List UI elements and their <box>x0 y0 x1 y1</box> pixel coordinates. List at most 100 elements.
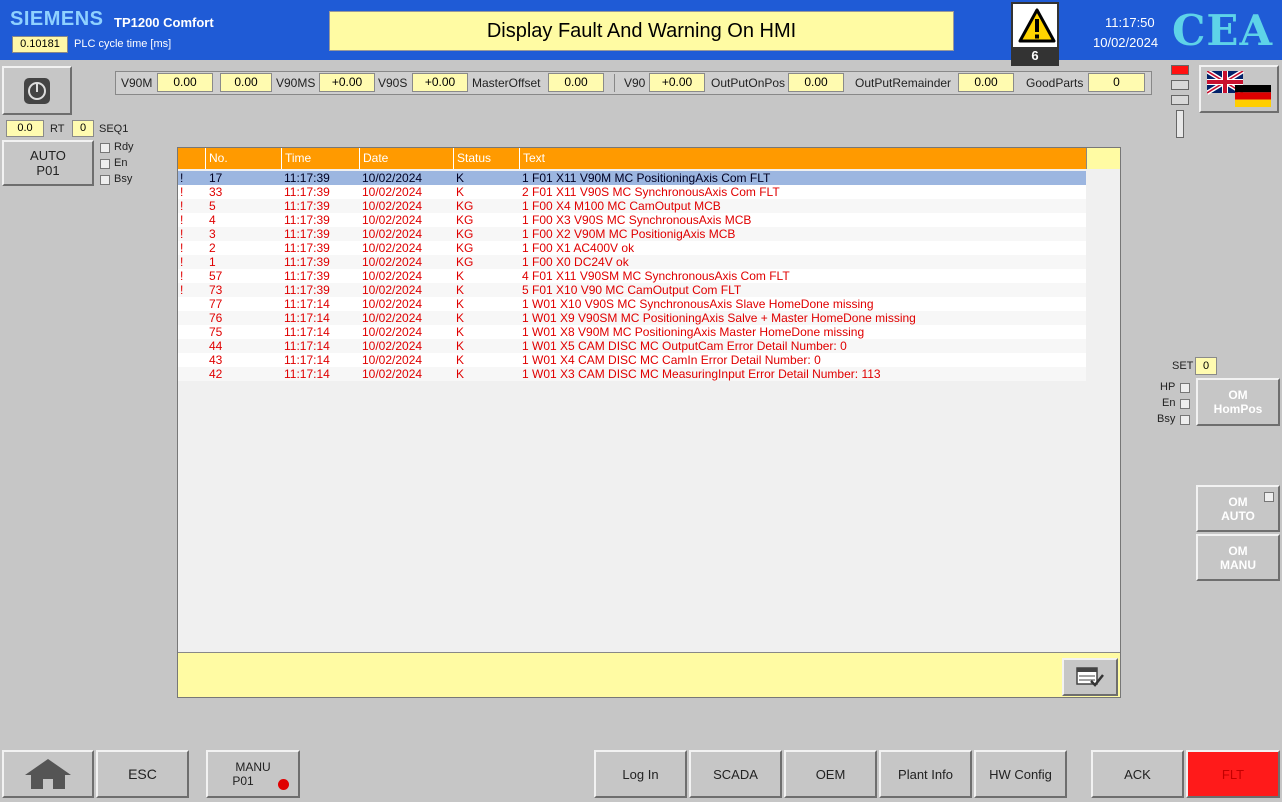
v90s-value: +0.00 <box>412 73 468 92</box>
alarm-cell-no: 77 <box>209 297 223 311</box>
alarm-cell-mark: ! <box>180 171 184 185</box>
v90m-value-2: 0.00 <box>220 73 272 92</box>
seq-label: SEQ1 <box>99 123 129 135</box>
alarm-cell-no: 44 <box>209 339 223 353</box>
login-button[interactable]: Log In <box>594 750 687 798</box>
alarm-row[interactable]: ! 4 11:17:39 10/02/2024 KG 1 F00 X3 V90S MC S… <box>178 213 1086 227</box>
alarm-cell-mark: ! <box>180 227 184 241</box>
oem-button[interactable]: OEM <box>784 750 877 798</box>
alarm-row[interactable]: 76 11:17:14 10/02/2024 K 1 W01 X9 V90SM MC P… <box>178 311 1086 325</box>
alarm-row[interactable]: 44 11:17:14 10/02/2024 K 1 W01 X5 CAM DISC M… <box>178 339 1086 353</box>
alarm-cell-mark: ! <box>180 241 184 255</box>
rt-label: RT <box>50 123 65 135</box>
alarm-cell-status: K <box>456 269 465 283</box>
alarm-row[interactable]: ! 17 11:17:39 10/02/2024 K 1 F01 X11 V90M MC … <box>178 171 1086 185</box>
status-lamp-3 <box>1171 95 1189 105</box>
en-indicator-right <box>1180 399 1190 409</box>
alarm-cell-date: 10/02/2024 <box>362 367 423 381</box>
alarm-cell-text: 1 W01 X4 CAM DISC MC CamIn Error Detail … <box>522 353 821 367</box>
alarm-table-options-button[interactable] <box>1062 658 1118 696</box>
master-offset-value: 0.00 <box>548 73 604 92</box>
alarm-cell-no: 57 <box>209 269 223 283</box>
home-button[interactable] <box>2 750 94 798</box>
en-label-right: En <box>1162 397 1176 409</box>
company-logo: CEA <box>1172 6 1274 55</box>
col-no[interactable]: No. <box>206 148 282 169</box>
alarm-cell-mark: ! <box>180 283 184 297</box>
plant-info-button[interactable]: Plant Info <box>879 750 972 798</box>
col-text[interactable]: Text <box>520 148 1086 169</box>
alarm-cell-time: 11:17:39 <box>284 269 330 283</box>
alarm-row[interactable]: ! 2 11:17:39 10/02/2024 KG 1 F00 X1 AC400V ok <box>178 241 1086 255</box>
alarm-cell-no: 33 <box>209 185 223 199</box>
scada-button[interactable]: SCADA <box>689 750 782 798</box>
status-lamp-2 <box>1171 80 1189 90</box>
col-time[interactable]: Time <box>282 148 360 169</box>
alarm-cell-text: 5 F01 X10 V90 MC CamOutput Com FLT <box>522 283 742 297</box>
output-on-pos-label: OutPutOnPos <box>711 76 786 90</box>
alarm-cell-status: K <box>456 353 465 367</box>
alarm-cell-time: 11:17:39 <box>284 227 330 241</box>
alarm-cell-no: 2 <box>209 241 216 255</box>
set-value: 0 <box>1195 357 1217 375</box>
alarm-cell-mark: ! <box>180 199 184 213</box>
alarm-cell-text: 1 W01 X3 CAM DISC MC MeasuringInput Erro… <box>522 367 881 381</box>
alarm-cell-date: 10/02/2024 <box>362 255 423 269</box>
alarm-row[interactable]: ! 3 11:17:39 10/02/2024 KG 1 F00 X2 V90M MC P… <box>178 227 1086 241</box>
alarm-cell-no: 5 <box>209 199 216 213</box>
alarm-cell-status: K <box>456 311 465 325</box>
alarm-cell-time: 11:17:14 <box>284 297 330 311</box>
alarm-row[interactable]: 42 11:17:14 10/02/2024 K 1 W01 X3 CAM DISC M… <box>178 367 1086 381</box>
hw-config-button[interactable]: HW Config <box>974 750 1067 798</box>
alarm-cell-text: 1 F00 X3 V90S MC SynchronousAxis MCB <box>522 213 752 227</box>
alarm-row[interactable]: ! 73 11:17:39 10/02/2024 K 5 F01 X10 V90 MC C… <box>178 283 1086 297</box>
alarm-row[interactable]: ! 1 11:17:39 10/02/2024 KG 1 F00 X0 DC24V ok <box>178 255 1086 269</box>
alarm-row[interactable]: ! 57 11:17:39 10/02/2024 K 4 F01 X11 V90SM MC… <box>178 269 1086 283</box>
warning-button[interactable]: 6 <box>1011 2 1059 66</box>
alarm-cell-no: 73 <box>209 283 223 297</box>
alarm-row[interactable]: 43 11:17:14 10/02/2024 K 1 W01 X4 CAM DISC M… <box>178 353 1086 367</box>
auto-label: AUTO <box>30 148 66 163</box>
master-offset-label: MasterOffset <box>472 76 541 90</box>
bsy-indicator <box>100 175 110 185</box>
esc-button[interactable]: ESC <box>96 750 189 798</box>
alarm-cell-no: 75 <box>209 325 223 339</box>
alarm-cell-no: 4 <box>209 213 216 227</box>
language-button[interactable] <box>1199 65 1279 113</box>
manu-p01-button[interactable]: MANU P01 <box>206 750 300 798</box>
power-button[interactable] <box>2 66 72 115</box>
auto-p01-button[interactable]: AUTO P01 <box>2 140 94 186</box>
col-mark <box>178 148 206 169</box>
clock-date: 10/02/2024 <box>1093 35 1159 50</box>
alarm-cell-status: K <box>456 185 465 199</box>
alarm-cell-status: KG <box>456 213 474 227</box>
alarm-row[interactable]: ! 5 11:17:39 10/02/2024 KG 1 F00 X4 M100 MC C… <box>178 199 1086 213</box>
plc-cycle-label: PLC cycle time [ms] <box>74 38 172 50</box>
alarm-cell-date: 10/02/2024 <box>362 213 423 227</box>
ack-button[interactable]: ACK <box>1091 750 1184 798</box>
v90s-label: V90S <box>378 76 408 90</box>
flt-button[interactable]: FLT <box>1186 750 1280 798</box>
panel-model: TP1200 Comfort <box>114 15 214 30</box>
good-parts-value: 0 <box>1088 73 1145 92</box>
om-manu-button[interactable]: OM MANU <box>1196 534 1280 581</box>
alarm-cell-time: 11:17:14 <box>284 311 330 325</box>
col-status[interactable]: Status <box>454 148 520 169</box>
om-auto-button[interactable]: OM AUTO <box>1196 485 1280 532</box>
om-hompos-button[interactable]: OM HomPos <box>1196 378 1280 426</box>
col-date[interactable]: Date <box>360 148 454 169</box>
alarm-row[interactable]: ! 33 11:17:39 10/02/2024 K 2 F01 X11 V90S MC … <box>178 185 1086 199</box>
manu-label: MANU <box>235 760 271 774</box>
alarm-cell-time: 11:17:39 <box>284 255 330 269</box>
alarm-view[interactable]: No. Time Date Status Text ! 17 11:17:39 10/… <box>177 147 1121 698</box>
v90-value: +0.00 <box>649 73 705 92</box>
alarm-cell-status: KG <box>456 255 474 269</box>
alarm-cell-time: 11:17:14 <box>284 367 330 381</box>
alarm-row[interactable]: 75 11:17:14 10/02/2024 K 1 W01 X8 V90M MC Po… <box>178 325 1086 339</box>
output-remainder-label: OutPutRemainder <box>855 76 952 90</box>
alarm-cell-date: 10/02/2024 <box>362 297 423 311</box>
home-icon <box>25 759 71 789</box>
alarm-cell-text: 1 W01 X8 V90M MC PositioningAxis Master … <box>522 325 865 339</box>
alarm-cell-no: 76 <box>209 311 223 325</box>
alarm-row[interactable]: 77 11:17:14 10/02/2024 K 1 W01 X10 V90S MC S… <box>178 297 1086 311</box>
